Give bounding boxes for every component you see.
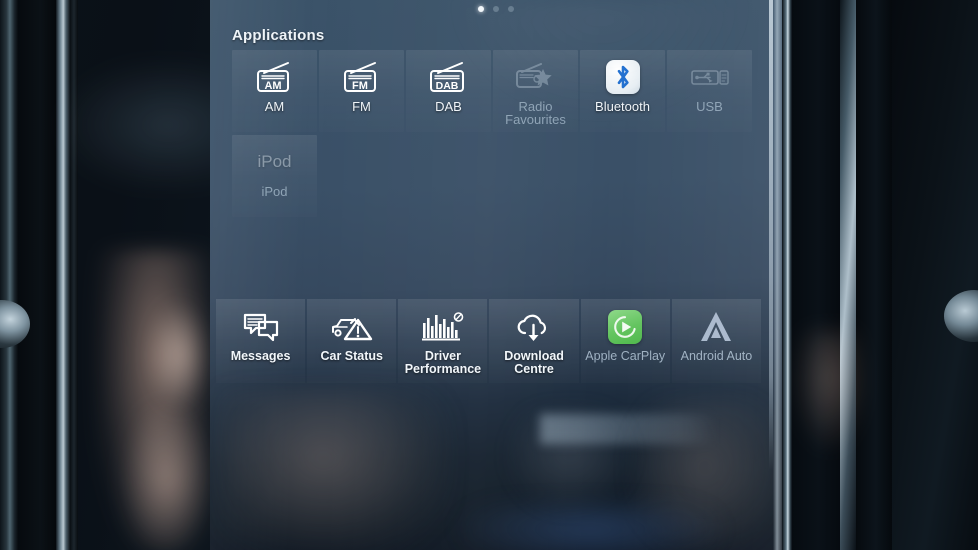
app-tile-ipod[interactable]: iPod iPod (232, 135, 317, 217)
infotainment-screen[interactable]: Applications AM AM FM FM DAB DAB Radio F… (210, 0, 782, 550)
app-slot-empty-5 (667, 135, 752, 217)
page-dot-3[interactable] (508, 6, 514, 12)
dock-label-car-status: Car Status (320, 349, 383, 363)
app-slot-empty-2 (406, 135, 491, 217)
app-tile-dab[interactable]: DAB DAB (406, 50, 491, 132)
app-label-radio-favourites: Radio Favourites (505, 99, 566, 127)
screen-bevel-right (773, 0, 782, 550)
dock-label-messages: Messages (230, 349, 291, 363)
screen-reflection-face (510, 410, 630, 510)
app-label-dab: DAB (435, 99, 462, 114)
dock-tile-messages[interactable]: Messages (216, 299, 306, 383)
dock-label-android-auto: Android Auto (680, 349, 753, 363)
app-label-ipod: iPod (261, 184, 288, 199)
dock-label-download-centre: Download Centre (504, 349, 564, 376)
page-dot-1[interactable] (478, 6, 484, 12)
dock-tile-apple-carplay[interactable]: Apple CarPlay (580, 299, 670, 383)
bar-chart-gauge-icon (421, 308, 465, 346)
dock-label-apple-carplay: Apple CarPlay (585, 349, 666, 363)
speech-bubbles-icon (241, 308, 281, 346)
dock-tile-download-centre[interactable]: Download Centre (489, 299, 579, 383)
app-slot-empty-1 (319, 135, 404, 217)
screen-reflection-blue (460, 505, 720, 550)
app-label-am: AM (264, 99, 285, 114)
radio-am-icon: AM (254, 57, 296, 97)
svg-text:DAB: DAB (435, 80, 458, 92)
dashboard-photo: Applications AM AM FM FM DAB DAB Radio F… (0, 0, 978, 550)
dock-tile-android-auto[interactable]: Android Auto (671, 299, 761, 383)
page-indicator[interactable] (210, 6, 782, 12)
car-warning-icon (330, 308, 374, 346)
app-slot-empty-4 (580, 135, 665, 217)
apple-carplay-icon (608, 308, 643, 346)
screen-reflection-band (540, 414, 715, 444)
app-slot-empty-3 (493, 135, 578, 217)
page-title: Applications (232, 27, 325, 44)
app-tile-fm[interactable]: FM FM (319, 50, 404, 132)
app-tile-radio-favourites[interactable]: Radio Favourites (493, 50, 578, 132)
cloud-download-icon (513, 308, 555, 346)
bluetooth-icon (605, 57, 640, 97)
bottom-dock: Messages Car Status Driver Performance D… (216, 299, 761, 383)
app-tile-am[interactable]: AM AM (232, 50, 317, 132)
svg-text:FM: FM (352, 80, 368, 92)
radio-dab-icon: DAB (428, 57, 470, 97)
app-label-bluetooth: Bluetooth (595, 99, 650, 114)
applications-grid: AM AM FM FM DAB DAB Radio Favourites Blu… (232, 50, 757, 217)
dock-tile-car-status[interactable]: Car Status (307, 299, 397, 383)
radio-star-icon (514, 57, 558, 97)
app-label-usb: USB (696, 99, 723, 114)
android-auto-icon (698, 308, 734, 346)
ipod-text-icon: iPod (257, 142, 291, 182)
screen-bevel-right-highlight (769, 0, 773, 470)
dock-label-driver-performance: Driver Performance (404, 349, 482, 376)
page-dot-2[interactable] (493, 6, 499, 12)
ipod-icon-text: iPod (257, 152, 292, 171)
usb-icon (689, 57, 731, 97)
app-tile-bluetooth[interactable]: Bluetooth (580, 50, 665, 132)
app-tile-usb[interactable]: USB (667, 50, 752, 132)
dock-tile-driver-performance[interactable]: Driver Performance (398, 299, 488, 383)
screen-reflection-person (220, 390, 450, 550)
svg-text:AM: AM (264, 80, 281, 92)
radio-fm-icon: FM (341, 57, 383, 97)
screen-reflection-right (630, 400, 780, 550)
app-label-fm: FM (352, 99, 371, 114)
